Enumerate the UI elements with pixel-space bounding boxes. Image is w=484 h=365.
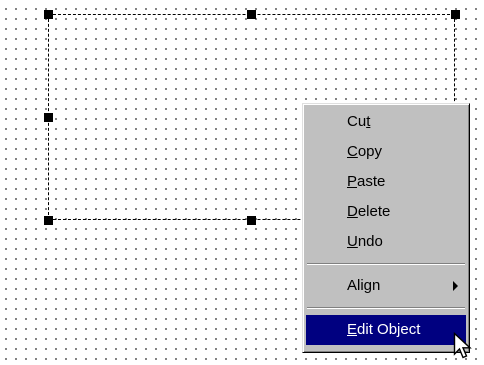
menu-item-edit-object-accelerator: E xyxy=(347,321,358,338)
menu-item-copy[interactable]: Copy xyxy=(306,137,466,167)
resize-handle-bottom-middle[interactable] xyxy=(247,216,256,225)
menu-item-delete-label-post: elete xyxy=(357,203,391,220)
menu-item-delete-accelerator: D xyxy=(347,203,358,220)
menu-item-undo-label-post: ndo xyxy=(357,233,383,250)
menu-item-undo[interactable]: Undo xyxy=(306,227,466,257)
design-canvas[interactable]: Cut Copy Paste Delete Undo Align Edit Ob… xyxy=(0,0,484,365)
chevron-right-icon xyxy=(453,281,458,291)
resize-handle-middle-left[interactable] xyxy=(44,113,53,122)
menu-item-cut-accelerator: t xyxy=(366,113,371,130)
menu-separator xyxy=(307,307,465,309)
resize-handle-top-left[interactable] xyxy=(44,10,53,19)
arrow-pointer-icon xyxy=(453,332,472,359)
resize-handle-top-middle[interactable] xyxy=(247,10,256,19)
resize-handle-top-right[interactable] xyxy=(451,10,460,19)
menu-item-copy-accelerator: C xyxy=(347,143,358,160)
menu-item-align-label: Align xyxy=(347,277,381,294)
menu-item-paste[interactable]: Paste xyxy=(306,167,466,197)
context-menu: Cut Copy Paste Delete Undo Align Edit Ob… xyxy=(302,103,470,353)
menu-item-edit-object-label-post: dit Object xyxy=(357,321,421,338)
menu-item-align[interactable]: Align xyxy=(306,271,466,301)
resize-handle-bottom-left[interactable] xyxy=(44,216,53,225)
menu-item-delete[interactable]: Delete xyxy=(306,197,466,227)
menu-item-paste-label-post: aste xyxy=(357,173,386,190)
menu-item-edit-object[interactable]: Edit Object xyxy=(306,315,466,345)
menu-separator xyxy=(307,263,465,265)
menu-item-cut[interactable]: Cut xyxy=(306,107,466,137)
menu-item-paste-accelerator: P xyxy=(347,173,358,190)
menu-item-copy-label-post: opy xyxy=(357,143,383,160)
menu-item-cut-label-pre: Cu xyxy=(347,113,367,130)
menu-item-undo-accelerator: U xyxy=(347,233,358,250)
